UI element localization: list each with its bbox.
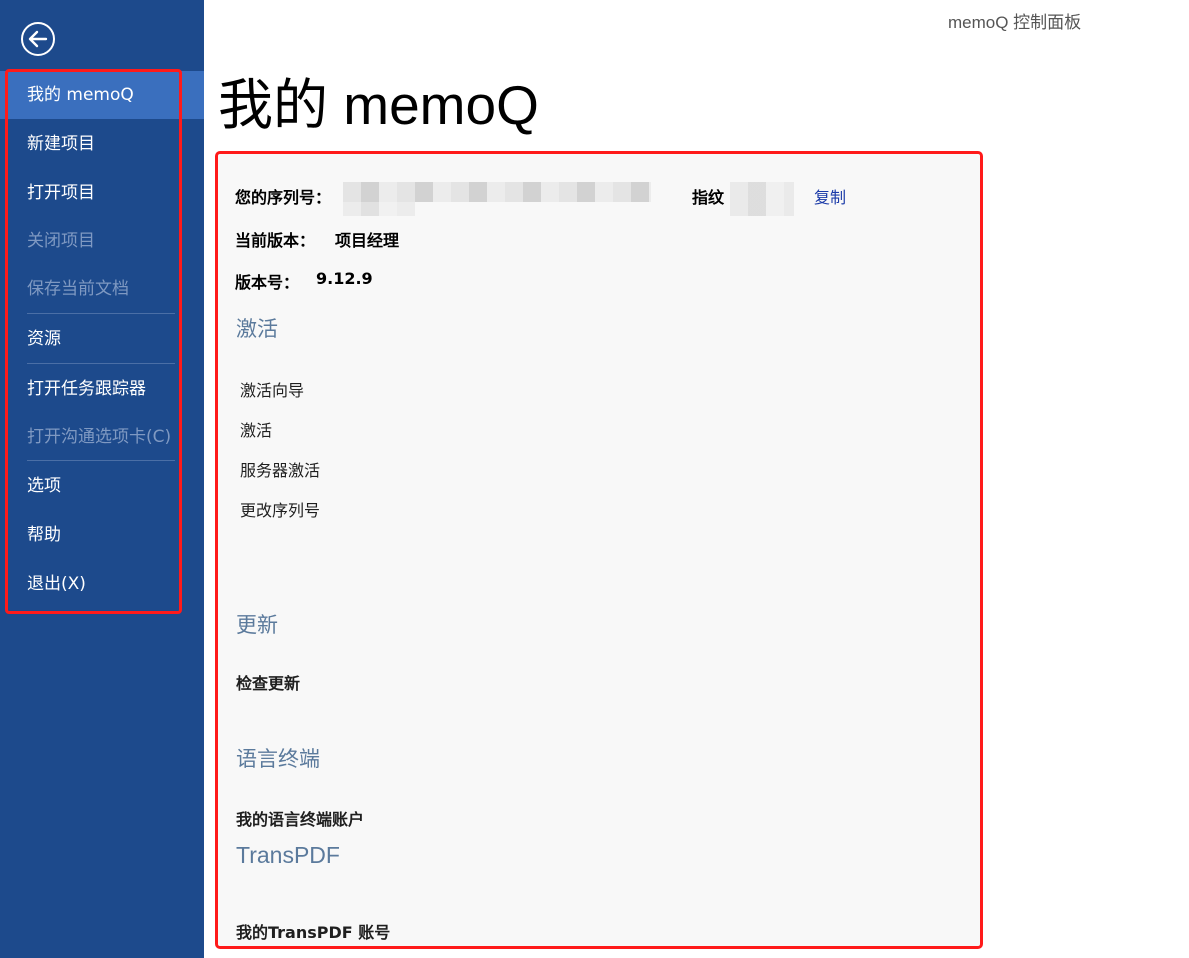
sidebar: 我的 memoQ 新建项目 打开项目 关闭项目 保存当前文档 资源 打开任务跟踪… <box>0 0 204 958</box>
sidebar-item-task-tracker[interactable]: 打开任务跟踪器 <box>0 365 204 413</box>
window-title: memoQ 控制面板 <box>948 13 1082 32</box>
transpdf-heading: TransPDF <box>236 842 340 868</box>
sidebar-item-save-document[interactable]: 保存当前文档 <box>0 265 204 313</box>
fingerprint-label: 指纹 <box>692 188 725 207</box>
back-arrow-icon <box>21 22 55 56</box>
sidebar-item-my-memoq[interactable]: 我的 memoQ <box>0 71 204 119</box>
activation-heading: 激活 <box>236 317 278 341</box>
change-serial-link[interactable]: 更改序列号 <box>240 497 320 521</box>
fingerprint-value-redacted <box>730 182 794 216</box>
sidebar-item-open-project[interactable]: 打开项目 <box>0 169 204 217</box>
activate-link[interactable]: 激活 <box>240 417 272 441</box>
back-button[interactable] <box>20 21 56 57</box>
serial-value-redacted <box>343 202 415 216</box>
server-activation-link[interactable]: 服务器激活 <box>240 457 320 481</box>
page-title: 我的 memoQ <box>218 74 539 136</box>
language-terminal-account-link[interactable]: 我的语言终端账户 <box>236 806 364 830</box>
sidebar-divider <box>27 460 175 461</box>
transpdf-account-link[interactable]: 我的TransPDF 账号 <box>236 919 390 943</box>
sidebar-item-communication-tab[interactable]: 打开沟通选项卡(C) <box>0 413 204 461</box>
check-update-link[interactable]: 检查更新 <box>236 670 300 694</box>
sidebar-item-help[interactable]: 帮助 <box>0 511 204 559</box>
activation-wizard-link[interactable]: 激活向导 <box>240 377 304 401</box>
edition-value: 项目经理 <box>335 231 400 250</box>
serial-label: 您的序列号： <box>235 188 332 207</box>
edition-label: 当前版本： <box>235 231 316 250</box>
sidebar-item-close-project[interactable]: 关闭项目 <box>0 217 204 265</box>
version-label: 版本号： <box>235 273 300 292</box>
language-terminal-heading: 语言终端 <box>236 747 320 771</box>
sidebar-divider <box>27 313 175 314</box>
serial-value-redacted <box>343 182 651 202</box>
sidebar-item-resources[interactable]: 资源 <box>0 315 204 363</box>
sidebar-divider <box>27 363 175 364</box>
update-heading: 更新 <box>236 613 278 637</box>
version-value: 9.12.9 <box>316 269 373 288</box>
copy-link[interactable]: 复制 <box>814 184 846 208</box>
sidebar-item-new-project[interactable]: 新建项目 <box>0 120 204 168</box>
content-panel: 您的序列号： 指纹 复制 当前版本： 项目经理 版本号： 9.12.9 激活 激… <box>215 151 983 949</box>
sidebar-item-options[interactable]: 选项 <box>0 462 204 510</box>
sidebar-item-exit[interactable]: 退出(X) <box>0 560 204 608</box>
